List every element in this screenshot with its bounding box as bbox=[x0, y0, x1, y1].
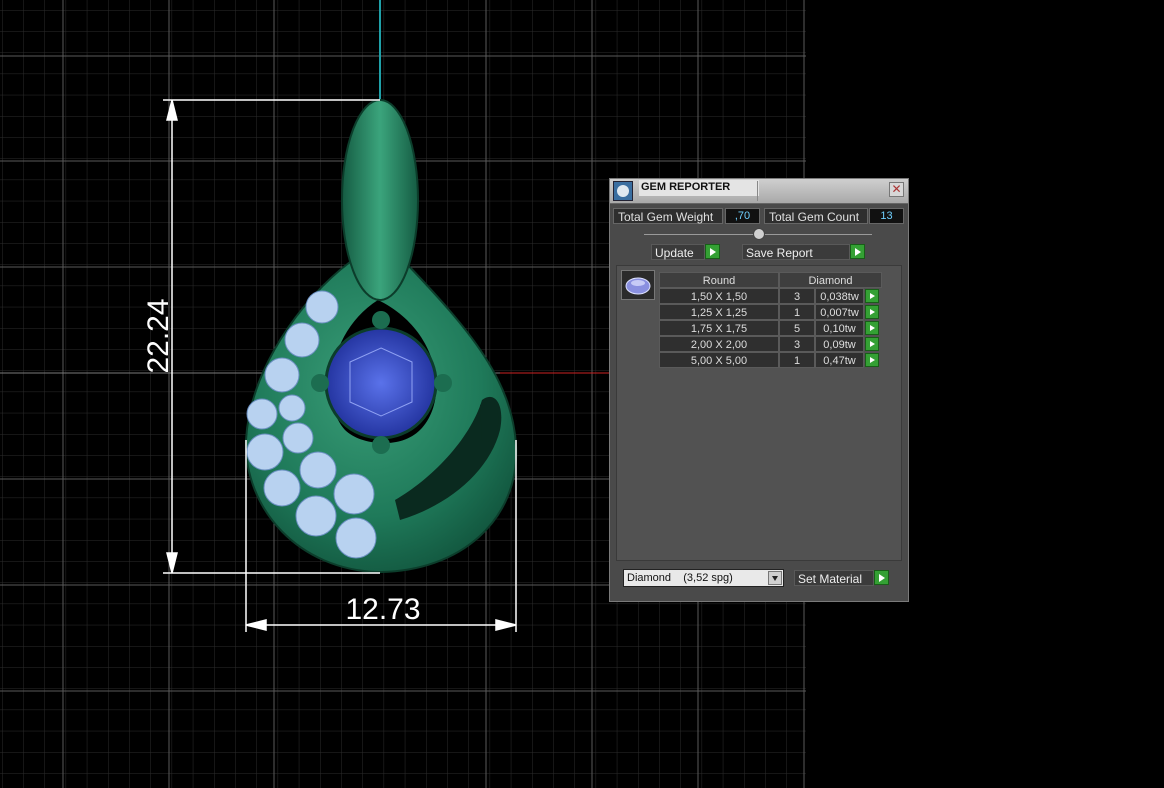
row-weight: 0,09tw bbox=[815, 336, 864, 352]
row-count: 1 bbox=[779, 352, 815, 368]
row-size: 1,50 X 1,50 bbox=[659, 288, 779, 304]
titlebar-divider bbox=[757, 181, 758, 201]
close-icon[interactable]: ✕ bbox=[889, 182, 904, 197]
total-weight-label: Total Gem Weight bbox=[613, 208, 723, 224]
prong bbox=[372, 436, 390, 454]
panel-titlebar[interactable]: GEM REPORTER ✕ bbox=[610, 179, 908, 204]
round-gem-icon[interactable] bbox=[621, 270, 655, 300]
prong bbox=[372, 311, 390, 329]
center-stone bbox=[324, 326, 438, 440]
total-count-value: 13 bbox=[869, 208, 904, 224]
column-header-shape: Round bbox=[659, 272, 779, 288]
total-count-label: Total Gem Count bbox=[764, 208, 868, 224]
cad-viewport[interactable]: 22.24 12.73 bbox=[0, 0, 1164, 788]
row-select-icon[interactable] bbox=[865, 353, 879, 367]
prong bbox=[434, 374, 452, 392]
gem-reporter-icon bbox=[613, 181, 633, 201]
material-select-value: Diamond (3,52 spg) bbox=[627, 572, 733, 584]
row-count: 1 bbox=[779, 304, 815, 320]
row-weight: 0,007tw bbox=[815, 304, 864, 320]
dimension-horizontal-label: 12.73 bbox=[345, 593, 420, 626]
update-go-icon[interactable] bbox=[705, 244, 720, 259]
row-select-icon[interactable] bbox=[865, 337, 879, 351]
set-material-button[interactable]: Set Material bbox=[794, 570, 874, 586]
row-weight: 0,038tw bbox=[815, 288, 864, 304]
bail bbox=[341, 99, 419, 301]
row-count: 3 bbox=[779, 288, 815, 304]
material-select[interactable]: Diamond (3,52 spg) bbox=[623, 569, 784, 587]
row-count: 3 bbox=[779, 336, 815, 352]
row-select-icon[interactable] bbox=[865, 305, 879, 319]
dimension-vertical-label: 22.24 bbox=[142, 298, 175, 373]
gem-report-list: Round Diamond 1,50 X 1,50 3 0,038tw 1,25… bbox=[616, 265, 902, 561]
total-weight-value: ,70 bbox=[725, 208, 760, 224]
chevron-down-icon[interactable] bbox=[768, 571, 782, 585]
save-report-go-icon[interactable] bbox=[850, 244, 865, 259]
set-material-go-icon[interactable] bbox=[874, 570, 889, 585]
column-header-material: Diamond bbox=[779, 272, 882, 288]
prong bbox=[311, 374, 329, 392]
gem-reporter-panel: GEM REPORTER ✕ Total Gem Weight ,70 Tota… bbox=[609, 178, 909, 602]
row-select-icon[interactable] bbox=[865, 321, 879, 335]
row-size: 2,00 X 2,00 bbox=[659, 336, 779, 352]
row-count: 5 bbox=[779, 320, 815, 336]
row-select-icon[interactable] bbox=[865, 289, 879, 303]
save-report-button[interactable]: Save Report bbox=[742, 244, 850, 260]
row-size: 5,00 X 5,00 bbox=[659, 352, 779, 368]
row-size: 1,25 X 1,25 bbox=[659, 304, 779, 320]
row-weight: 0,10tw bbox=[815, 320, 864, 336]
row-weight: 0,47tw bbox=[815, 352, 864, 368]
panel-title: GEM REPORTER bbox=[639, 180, 759, 196]
panel-splitter-handle[interactable] bbox=[753, 228, 765, 240]
update-button[interactable]: Update bbox=[651, 244, 705, 260]
row-size: 1,75 X 1,75 bbox=[659, 320, 779, 336]
